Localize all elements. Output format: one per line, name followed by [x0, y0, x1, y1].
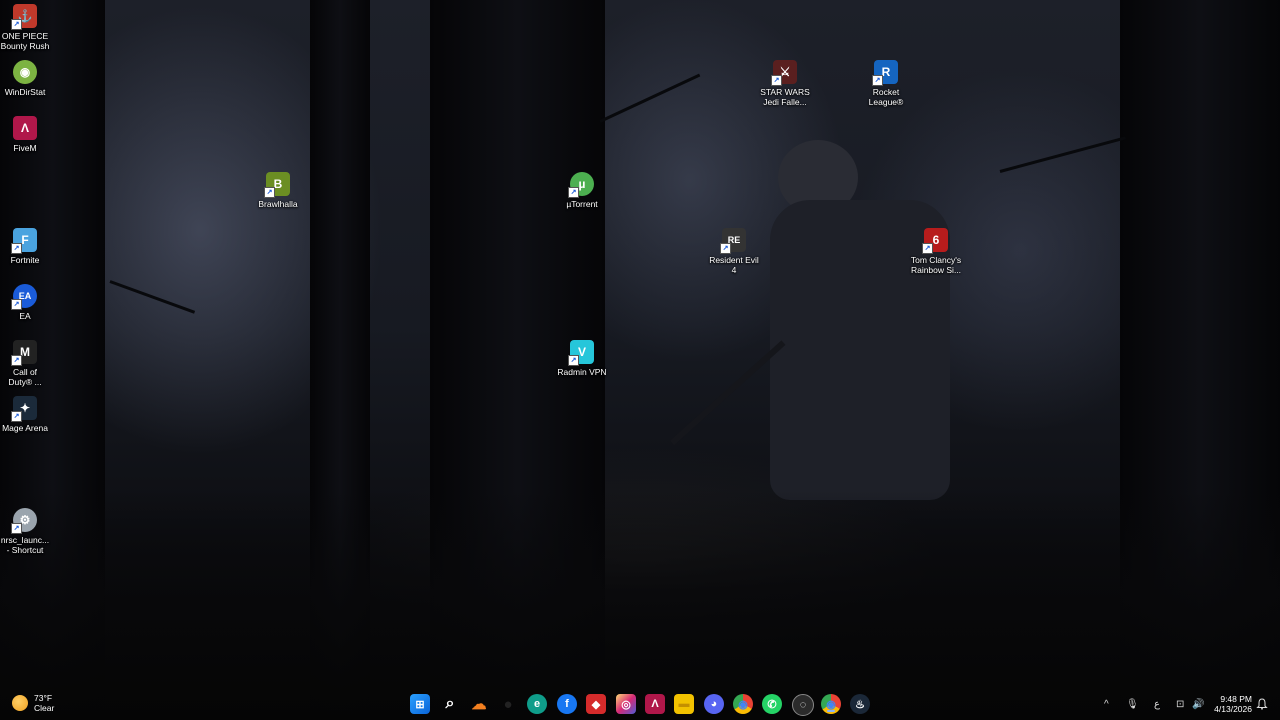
- desktop-icon-one-piece-bounty-rush[interactable]: ⚓ ↗ ONE PIECE Bounty Rush: [0, 4, 54, 51]
- desktop-icon-brawlhalla[interactable]: B ↗ Brawlhalla: [249, 172, 307, 209]
- network-icon: ⊡: [1176, 698, 1185, 710]
- tree-branch: [109, 280, 196, 314]
- desktop-icon-ea[interactable]: EA ↗ EA: [0, 284, 54, 321]
- taskbar-anydesk[interactable]: ◆: [586, 694, 606, 714]
- bell-icon: [1256, 698, 1268, 710]
- taskbar-file-explorer[interactable]: ▬: [674, 694, 694, 714]
- taskbar-facebook[interactable]: f: [557, 694, 577, 714]
- brawlhalla-icon: B ↗: [264, 172, 290, 198]
- desktop-icon-utorrent[interactable]: µ ↗ µTorrent: [553, 172, 611, 209]
- notification-button[interactable]: [1256, 688, 1268, 720]
- microphone-icon: 🎙: [1126, 698, 1139, 710]
- desktop-icon-call-of-duty[interactable]: M ↗ Call of Duty® ...: [0, 340, 54, 387]
- taskbar-whatsapp[interactable]: ✆: [762, 694, 782, 714]
- mage-arena-icon: ✦ ↗: [11, 396, 37, 422]
- folder-icon: ▬: [678, 698, 690, 710]
- windows-icon: ⊞: [415, 698, 425, 711]
- nrsc-launcher-icon: ⚙ ↗: [11, 508, 37, 534]
- steam-icon: ♨: [855, 698, 865, 711]
- one-piece-icon: ⚓ ↗: [11, 4, 37, 30]
- fortnite-icon: F ↗: [11, 228, 37, 254]
- taskbar-cloudflare[interactable]: ☁: [469, 694, 489, 714]
- rocket-league-icon: R ↗: [872, 60, 898, 86]
- volume-icon: 🔊: [1192, 698, 1205, 710]
- desktop-icon-resident-evil-4[interactable]: RE ↗ Resident Evil 4: [705, 228, 763, 275]
- tray-network[interactable]: ⊡: [1176, 688, 1184, 720]
- desktop-wallpaper: [0, 0, 1280, 720]
- clock-date: 4/13/2026: [1214, 704, 1252, 714]
- obs-icon: ◌: [799, 699, 807, 711]
- language-indicator: ع: [1154, 698, 1160, 710]
- discord-icon: ◕: [710, 698, 718, 710]
- weather-condition: Clear: [34, 703, 55, 713]
- desktop-icon-fortnite[interactable]: F ↗ Fortnite: [0, 228, 54, 265]
- cloudflare-icon: ☁: [471, 696, 487, 713]
- desktop-icon-rainbow-six[interactable]: 6 ↗ Tom Clancy's Rainbow Si...: [907, 228, 965, 275]
- weather-widget[interactable]: 73°F Clear: [12, 693, 54, 713]
- taskbar-obs[interactable]: ◌: [792, 694, 814, 716]
- fivem-icon: Λ: [13, 116, 37, 140]
- fivem-icon: Λ: [651, 698, 659, 710]
- chrome-icon: ◉: [826, 698, 836, 711]
- instagram-icon: ◎: [621, 698, 631, 711]
- desktop-icon-star-wars-jedi[interactable]: ⚔ ↗ STAR WARS Jedi Falle...: [756, 60, 814, 107]
- taskbar-clock[interactable]: 9:48 PM 4/13/2026: [1214, 694, 1252, 714]
- windirstat-icon: ◉: [13, 60, 37, 84]
- utorrent-icon: µ ↗: [568, 172, 594, 198]
- clock-time: 9:48 PM: [1220, 694, 1252, 704]
- forest-floor: [0, 490, 1280, 720]
- taskbar-chrome[interactable]: ◉: [733, 694, 753, 714]
- taskbar-chrome-active[interactable]: ◉: [821, 694, 841, 714]
- desktop-icon-mage-arena[interactable]: ✦ ↗ Mage Arena: [0, 396, 54, 433]
- desktop-icon-nrsc-launcher-shortcut[interactable]: ⚙ ↗ nrsc_launc... - Shortcut: [0, 508, 54, 555]
- taskbar: 73°F Clear ⊞ ⌕ ☁ ● e f ◆ ◎ Λ ▬ ◕ ◉ ✆ ◌ ◉…: [0, 688, 1280, 720]
- resident-evil-icon: RE ↗: [720, 228, 746, 254]
- tray-overflow-button[interactable]: ^: [1104, 688, 1109, 720]
- taskbar-fivem[interactable]: Λ: [645, 694, 665, 714]
- taskbar-task-view[interactable]: ●: [498, 694, 518, 714]
- soldier-rifle: [669, 340, 786, 446]
- taskbar-discord[interactable]: ◕: [704, 694, 724, 714]
- search-button[interactable]: ⌕: [440, 694, 460, 714]
- edge-icon: e: [533, 698, 541, 710]
- call-of-duty-icon: M ↗: [11, 340, 37, 366]
- active-indicator: [827, 710, 835, 712]
- chrome-icon: ◉: [738, 698, 748, 711]
- radmin-vpn-icon: V ↗: [568, 340, 594, 366]
- ea-icon: EA ↗: [11, 284, 37, 310]
- desktop-icon-rocket-league[interactable]: R ↗ Rocket League®: [857, 60, 915, 107]
- taskbar-steam[interactable]: ♨: [850, 694, 870, 714]
- tree-branch: [999, 136, 1126, 173]
- whatsapp-icon: ✆: [767, 698, 777, 711]
- search-icon: ⌕: [445, 695, 455, 712]
- tray-microphone[interactable]: 🎙: [1126, 688, 1139, 720]
- tray-language[interactable]: ع: [1154, 688, 1160, 720]
- taskbar-edge[interactable]: e: [527, 694, 547, 714]
- task-view-icon: ●: [503, 695, 513, 713]
- tray-volume[interactable]: 🔊: [1192, 688, 1204, 720]
- desktop-icon-windirstat[interactable]: ◉ WinDirStat: [0, 60, 54, 97]
- star-wars-icon: ⚔ ↗: [771, 60, 797, 86]
- sun-moon-icon: [12, 695, 28, 711]
- desktop-icon-fivem[interactable]: Λ FiveM: [0, 116, 54, 153]
- chevron-up-icon: ^: [1104, 698, 1109, 710]
- start-button[interactable]: ⊞: [410, 694, 430, 714]
- facebook-icon: f: [565, 698, 569, 710]
- desktop-icon-radmin-vpn[interactable]: V ↗ Radmin VPN: [553, 340, 611, 377]
- taskbar-instagram[interactable]: ◎: [616, 694, 636, 714]
- weather-temperature: 73°F: [34, 693, 53, 703]
- anydesk-icon: ◆: [591, 698, 601, 711]
- tree-branch: [599, 73, 701, 123]
- rainbow-six-icon: 6 ↗: [922, 228, 948, 254]
